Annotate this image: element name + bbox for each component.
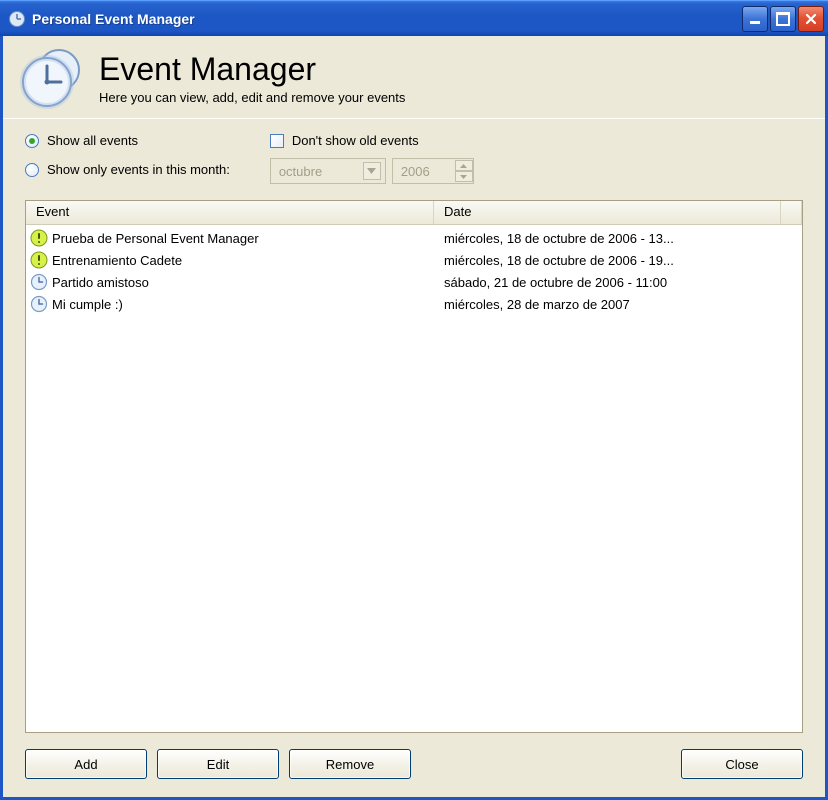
event-date: miércoles, 18 de octubre de 2006 - 19...	[434, 253, 674, 268]
column-header-date[interactable]: Date	[434, 201, 781, 224]
button-bar: Add Edit Remove Close	[3, 733, 825, 797]
month-value: octubre	[279, 164, 322, 179]
radio-icon	[25, 163, 39, 177]
year-value: 2006	[401, 164, 430, 179]
month-dropdown[interactable]: octubre	[270, 158, 386, 184]
warning-icon	[30, 229, 48, 247]
radio-icon	[25, 134, 39, 148]
table-row[interactable]: Mi cumple :)miércoles, 28 de marzo de 20…	[26, 293, 802, 315]
app-clock-icon	[8, 10, 26, 28]
column-header-spacer	[781, 201, 802, 224]
titlebar[interactable]: Personal Event Manager	[0, 0, 828, 36]
add-button[interactable]: Add	[25, 749, 147, 779]
filter-panel: Show all events Show only events in this…	[3, 119, 825, 196]
event-name: Partido amistoso	[52, 275, 434, 290]
event-date: miércoles, 18 de octubre de 2006 - 13...	[434, 231, 674, 246]
checkbox-icon	[270, 134, 284, 148]
event-date: miércoles, 28 de marzo de 2007	[434, 297, 630, 312]
warning-icon	[30, 251, 48, 269]
clock-icon	[30, 295, 48, 313]
maximize-button[interactable]	[770, 6, 796, 32]
show-all-radio[interactable]: Show all events	[25, 133, 230, 148]
window-controls	[742, 6, 824, 32]
event-name: Mi cumple :)	[52, 297, 434, 312]
show-month-label: Show only events in this month:	[47, 162, 230, 177]
event-name: Prueba de Personal Event Manager	[52, 231, 434, 246]
window-title: Personal Event Manager	[32, 11, 742, 27]
list-header: Event Date	[26, 201, 802, 225]
column-header-event[interactable]: Event	[26, 201, 434, 224]
table-row[interactable]: Partido amistososábado, 21 de octubre de…	[26, 271, 802, 293]
chevron-down-icon	[455, 171, 473, 182]
year-spinner[interactable]: 2006	[392, 158, 474, 184]
edit-button[interactable]: Edit	[157, 749, 279, 779]
close-button[interactable]: Close	[681, 749, 803, 779]
event-list: Event Date Prueba de Personal Event Mana…	[25, 200, 803, 733]
show-month-radio[interactable]: Show only events in this month:	[25, 162, 230, 177]
dont-show-old-checkbox[interactable]: Don't show old events	[270, 133, 474, 148]
client-area: Event Manager Here you can view, add, ed…	[0, 36, 828, 800]
table-row[interactable]: Entrenamiento Cadetemiércoles, 18 de oct…	[26, 249, 802, 271]
remove-button[interactable]: Remove	[289, 749, 411, 779]
chevron-up-icon	[455, 160, 473, 171]
minimize-button[interactable]	[742, 6, 768, 32]
close-window-button[interactable]	[798, 6, 824, 32]
clock-icon	[30, 273, 48, 291]
page-title: Event Manager	[99, 51, 405, 88]
chevron-down-icon	[363, 162, 381, 180]
event-name: Entrenamiento Cadete	[52, 253, 434, 268]
dont-show-old-label: Don't show old events	[292, 133, 419, 148]
page-subtitle: Here you can view, add, edit and remove …	[99, 90, 405, 105]
clock-stack-icon	[17, 46, 87, 110]
show-all-label: Show all events	[47, 133, 138, 148]
event-date: sábado, 21 de octubre de 2006 - 11:00	[434, 275, 667, 290]
page-header: Event Manager Here you can view, add, ed…	[3, 36, 825, 118]
table-row[interactable]: Prueba de Personal Event Managermiércole…	[26, 227, 802, 249]
